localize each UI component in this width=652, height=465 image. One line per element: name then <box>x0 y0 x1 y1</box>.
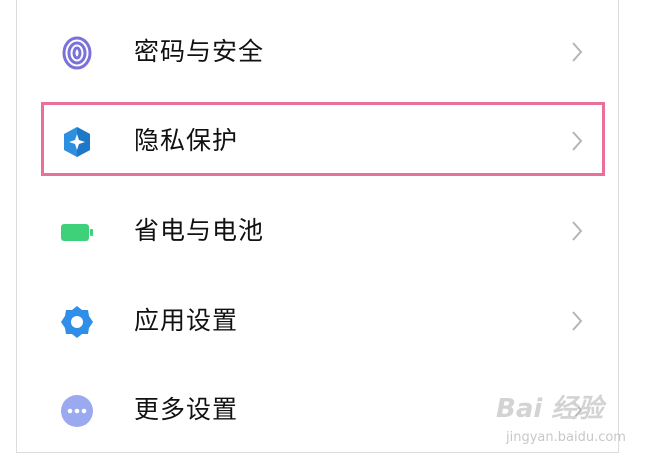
gear-icon <box>61 306 93 338</box>
chevron-right-icon <box>572 311 583 331</box>
settings-item-label: 密码与安全 <box>134 37 265 66</box>
settings-item-label: 更多设置 <box>134 395 239 424</box>
watermark-brand: Bai 经验 <box>496 394 604 424</box>
more-dots-icon <box>61 395 93 427</box>
fingerprint-icon <box>62 36 92 70</box>
settings-item-password-security[interactable]: 密码与安全 <box>16 8 619 96</box>
settings-item-label: 隐私保护 <box>134 126 239 155</box>
chevron-right-icon <box>572 42 583 62</box>
baidu-jingyan-watermark: Bai 经验 jingyan.baidu.com <box>496 388 636 458</box>
settings-item-privacy[interactable]: 隐私保护 <box>16 97 619 185</box>
settings-item-label: 应用设置 <box>134 306 239 335</box>
watermark-url: jingyan.baidu.com <box>506 430 626 445</box>
chevron-right-icon <box>572 221 583 241</box>
privacy-shield-icon <box>64 127 90 157</box>
settings-item-label: 省电与电池 <box>134 216 265 245</box>
battery-icon <box>61 224 93 241</box>
settings-item-app-settings[interactable]: 应用设置 <box>16 277 619 365</box>
chevron-right-icon <box>572 131 583 151</box>
settings-item-battery[interactable]: 省电与电池 <box>16 187 619 275</box>
